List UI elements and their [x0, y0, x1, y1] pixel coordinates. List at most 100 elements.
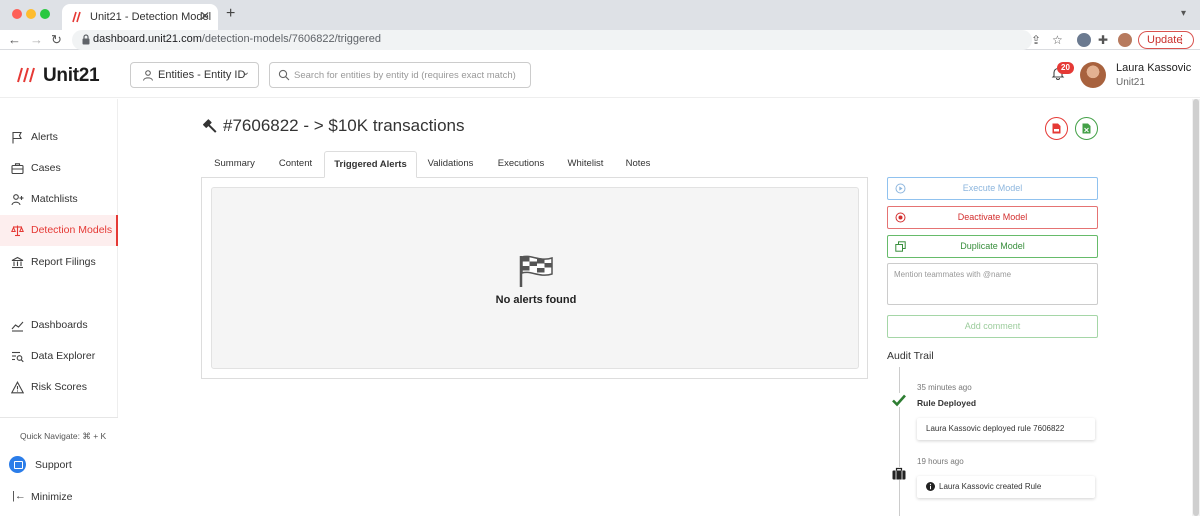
- audit-entry-event: Rule Deployed: [917, 398, 977, 408]
- tab-content[interactable]: Content: [267, 151, 324, 178]
- minimize-sidebar-button[interactable]: |← Minimize: [0, 484, 118, 510]
- export-pdf-button[interactable]: [1045, 117, 1068, 140]
- tab-close-icon[interactable]: ✕: [200, 9, 210, 23]
- address-bar[interactable]: dashboard.unit21.com/detection-models/76…: [72, 30, 1032, 50]
- scrollbar-thumb[interactable]: [1193, 99, 1199, 516]
- sidebar-footer: Quick Navigate: ⌘ + K Support |← Minimiz…: [0, 417, 118, 516]
- tab-executions[interactable]: Executions: [484, 151, 558, 178]
- sidebar-item-label: Risk Scores: [31, 381, 88, 393]
- audit-timeline-line: [899, 367, 900, 516]
- spreadsheet-file-icon: [1082, 123, 1091, 134]
- pdf-file-icon: [1052, 123, 1061, 134]
- window-minimize-button[interactable]: [26, 9, 36, 19]
- tab-validations[interactable]: Validations: [417, 151, 484, 178]
- tab-notes[interactable]: Notes: [613, 151, 663, 178]
- flag-icon: [12, 131, 22, 144]
- audit-entry-time: 19 hours ago: [917, 457, 964, 466]
- audit-entry-detail: Laura Kassovic created Rule: [917, 476, 1095, 498]
- warning-icon: [11, 381, 24, 394]
- sidebar-item-report-filings[interactable]: Report Filings: [0, 247, 118, 278]
- execute-model-button[interactable]: Execute Model: [887, 177, 1098, 200]
- extension-icon[interactable]: [1077, 33, 1091, 47]
- play-circle-icon: [895, 183, 906, 194]
- url-text: dashboard.unit21.com/detection-models/76…: [93, 33, 382, 45]
- more-menu-icon: ⋮: [1176, 34, 1187, 46]
- browser-toolbar: ← → ↻ dashboard.unit21.com/detection-mod…: [0, 30, 1200, 50]
- duplicate-model-button[interactable]: Duplicate Model: [887, 235, 1098, 258]
- support-button[interactable]: Support: [0, 452, 118, 478]
- update-button[interactable]: Update ⋮: [1138, 31, 1194, 49]
- tab-summary[interactable]: Summary: [202, 151, 267, 178]
- empty-state-message: No alerts found: [495, 294, 577, 306]
- logo-slashes-icon: [17, 67, 35, 83]
- briefcase-icon: [11, 163, 24, 175]
- sidebar-item-label: Matchlists: [31, 193, 78, 205]
- new-tab-icon[interactable]: +: [226, 6, 235, 22]
- collapse-arrow-icon: |←: [12, 490, 26, 502]
- app-header: Unit21 Entities - Entity ID ⌄ 20 Laura K…: [0, 50, 1200, 98]
- user-add-icon: [11, 194, 24, 206]
- briefcase-icon: [892, 467, 906, 480]
- chart-icon: [11, 321, 24, 332]
- chevron-down-icon: ⌄: [241, 67, 250, 78]
- comment-input[interactable]: [887, 263, 1098, 305]
- sidebar-item-label: Detection Models: [31, 224, 113, 236]
- user-icon: [143, 70, 153, 81]
- main-content: #7606822 - > $10K transactions Summary C…: [118, 99, 1200, 516]
- entity-type-select[interactable]: Entities - Entity ID ⌄: [130, 62, 259, 88]
- add-comment-button[interactable]: Add comment: [887, 315, 1098, 338]
- check-icon: [891, 393, 907, 407]
- info-icon: [926, 482, 935, 491]
- triggered-alerts-panel: No alerts found: [201, 177, 868, 379]
- forward-arrow-icon[interactable]: →: [30, 32, 43, 48]
- notification-count-badge: 20: [1057, 62, 1074, 74]
- search-icon: [278, 69, 290, 81]
- export-spreadsheet-button[interactable]: [1075, 117, 1098, 140]
- lock-icon: [82, 34, 90, 45]
- copy-icon: [895, 241, 906, 252]
- scrollbar[interactable]: [1192, 99, 1200, 516]
- sidebar-item-label: Cases: [31, 162, 61, 174]
- search-input[interactable]: [294, 66, 528, 84]
- audit-entry-detail-text: Laura Kassovic created Rule: [939, 482, 1042, 491]
- browser-tab[interactable]: Unit21 - Detection Model ✕: [62, 4, 218, 30]
- sidebar-item-label: Alerts: [31, 131, 58, 143]
- user-name[interactable]: Laura Kassovic: [1116, 62, 1191, 74]
- sidebar-item-risk-scores[interactable]: Risk Scores: [0, 372, 118, 403]
- sidebar-item-cases[interactable]: Cases: [0, 153, 118, 184]
- bookmark-star-icon[interactable]: ☆: [1052, 32, 1063, 48]
- reload-icon[interactable]: ↻: [51, 32, 62, 48]
- data-search-icon: [12, 351, 24, 363]
- window-close-button[interactable]: [12, 9, 22, 19]
- entity-search[interactable]: [269, 62, 531, 88]
- share-icon[interactable]: ⇪: [1031, 32, 1041, 48]
- browser-tab-bar: Unit21 - Detection Model ✕ + ▾: [0, 0, 1200, 30]
- sidebar-item-detection-models[interactable]: Detection Models: [0, 215, 118, 246]
- sidebar: Alerts Cases Matchlists Detection Models: [0, 99, 118, 516]
- deactivate-model-button[interactable]: Deactivate Model: [887, 206, 1098, 229]
- tab-whitelist[interactable]: Whitelist: [558, 151, 613, 178]
- support-chat-icon: [9, 456, 26, 473]
- profile-avatar-icon[interactable]: [1118, 33, 1132, 47]
- sidebar-item-alerts[interactable]: Alerts: [0, 122, 118, 153]
- sidebar-item-dashboards[interactable]: Dashboards: [0, 310, 118, 341]
- sidebar-item-matchlists[interactable]: Matchlists: [0, 184, 118, 215]
- sidebar-item-label: Report Filings: [31, 256, 96, 268]
- extensions-puzzle-icon[interactable]: ✚: [1098, 32, 1108, 48]
- audit-trail-title: Audit Trail: [887, 350, 934, 362]
- bank-icon: [11, 256, 24, 269]
- user-avatar[interactable]: [1080, 62, 1106, 88]
- unit21-favicon-icon: [72, 11, 81, 23]
- browser-tab-title: Unit21 - Detection Model: [90, 11, 212, 23]
- page-title: #7606822 - > $10K transactions: [223, 116, 465, 135]
- empty-state: No alerts found: [211, 187, 859, 369]
- sidebar-item-data-explorer[interactable]: Data Explorer: [0, 341, 118, 372]
- back-arrow-icon[interactable]: ←: [8, 32, 21, 48]
- sidebar-item-label: Dashboards: [31, 319, 88, 331]
- audit-entry-time: 35 minutes ago: [917, 383, 972, 392]
- logo-text: Unit21: [43, 65, 100, 86]
- window-zoom-button[interactable]: [40, 9, 50, 19]
- tab-triggered-alerts[interactable]: Triggered Alerts: [324, 151, 417, 178]
- tab-search-chevron-icon[interactable]: ▾: [1181, 8, 1186, 19]
- gavel-icon: [203, 119, 217, 133]
